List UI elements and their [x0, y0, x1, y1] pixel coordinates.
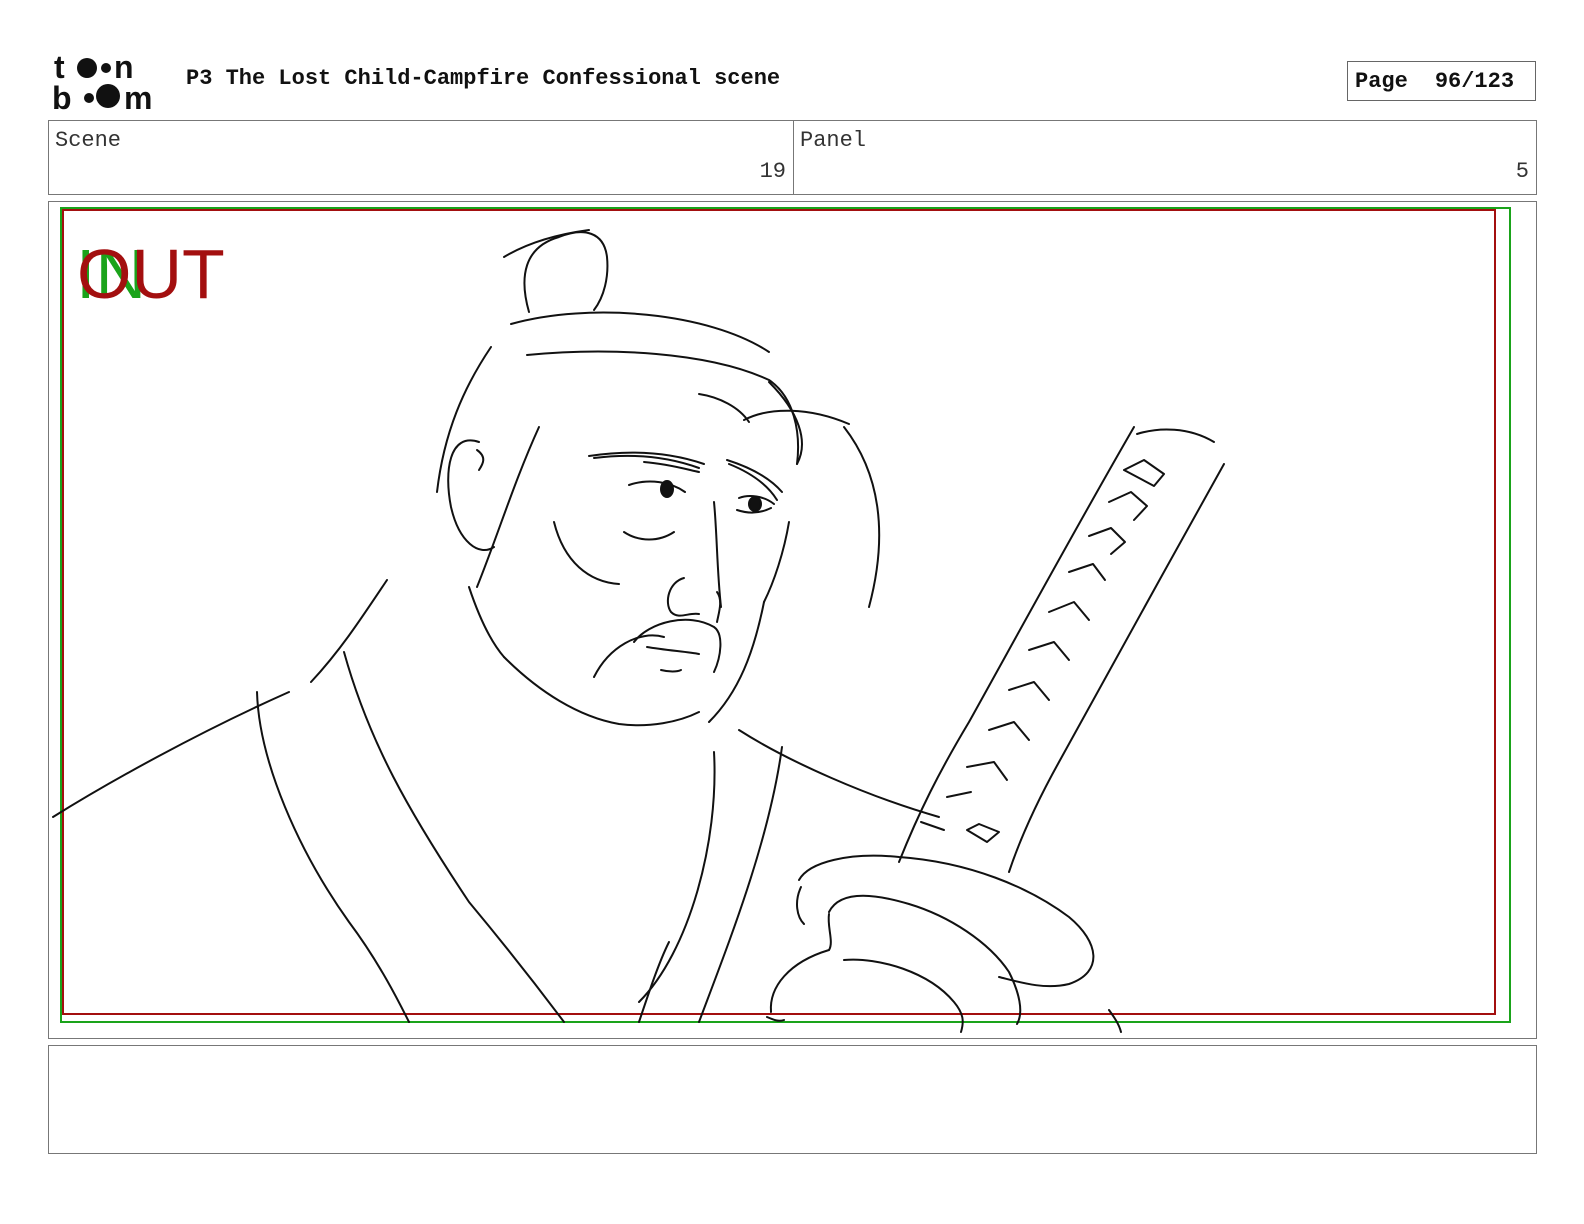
- character-sketch: [52, 229, 1225, 1033]
- page-number: 96/123: [1434, 68, 1515, 94]
- panel-cell: Panel 5: [794, 121, 1536, 194]
- scene-number: 19: [759, 159, 786, 184]
- scene-cell: Scene 19: [49, 121, 794, 194]
- notes-box: [48, 1045, 1537, 1154]
- document-title: P3 The Lost Child-Campfire Confessional …: [186, 66, 781, 91]
- in-frame-guide: [60, 207, 1511, 1023]
- storyboard-frame: IN OUT: [48, 201, 1537, 1039]
- panel-number: 5: [1515, 159, 1529, 184]
- out-marker: OUT: [77, 235, 225, 313]
- page-indicator: Page 96/123: [1347, 61, 1536, 101]
- toon-boom-logo: t n b m: [50, 49, 165, 116]
- out-frame-guide: [62, 209, 1496, 1015]
- page-label: Page: [1355, 68, 1408, 94]
- scene-label: Scene: [55, 128, 122, 153]
- scene-panel-info: Scene 19 Panel 5: [48, 120, 1537, 195]
- sketch-canvas: IN OUT: [52, 207, 1511, 1033]
- svg-text:m: m: [124, 80, 152, 112]
- panel-label: Panel: [800, 128, 867, 153]
- svg-text:b: b: [52, 80, 72, 112]
